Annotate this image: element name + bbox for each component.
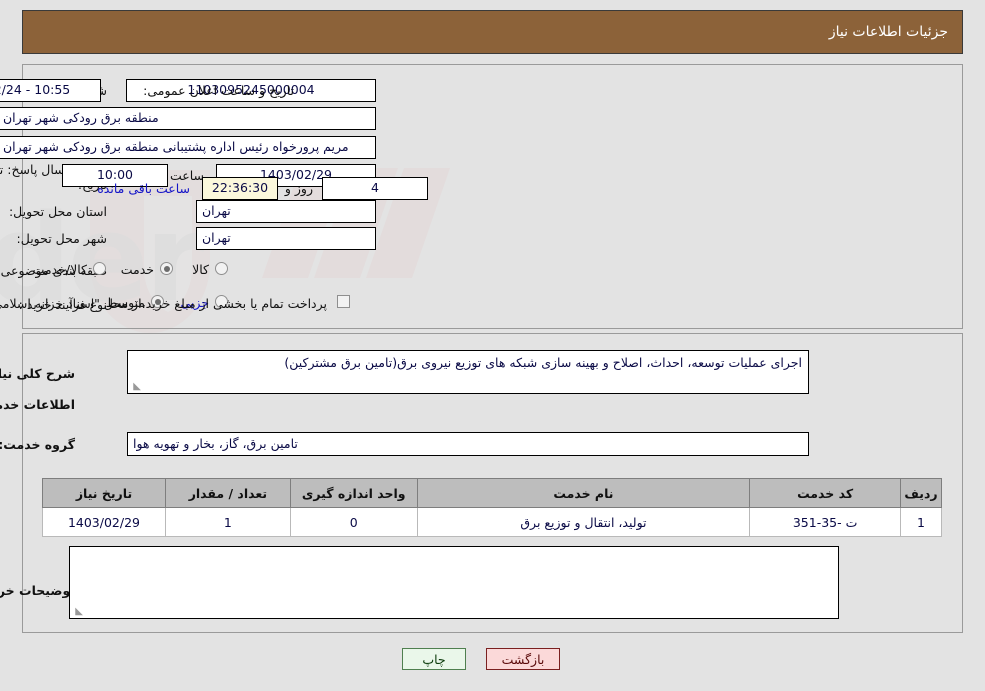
page-title: جزئیات اطلاعات نیاز xyxy=(828,24,948,40)
th-radif: ردیف xyxy=(900,478,942,508)
countdown-value: 22:36:30 xyxy=(202,177,278,200)
th-date: تاریخ نیاز xyxy=(42,478,166,508)
th-qty: تعداد / مقدار xyxy=(164,478,291,508)
announce-date-value: 1403/02/24 - 10:55 xyxy=(0,79,101,102)
cell-unit: 0 xyxy=(289,507,418,537)
request-creator-value: مریم پرورخواه رئیس اداره پشتیبانی منطقه … xyxy=(0,136,376,159)
service-group-value: تامین برق، گاز، بخار و تهویه هوا xyxy=(127,432,809,456)
cell-name: تولید، انتقال و توزیع برق xyxy=(416,507,751,537)
islamic-treasury-checkbox[interactable] xyxy=(337,295,350,308)
page-header: جزئیات اطلاعات نیاز xyxy=(22,10,963,54)
delivery-province-label: استان محل تحویل: xyxy=(8,204,107,219)
resize-grip-icon[interactable]: ◣ xyxy=(131,382,141,392)
need-description-value: اجرای عملیات توسعه، احداث، اصلاح و بهینه… xyxy=(284,355,802,370)
radio-category-kala[interactable] xyxy=(215,262,228,275)
buyer-org-value: منطقه برق رودکی شهر تهران xyxy=(0,107,376,130)
days-word-label: روز و xyxy=(284,181,313,196)
delivery-city-value: تهران xyxy=(196,227,376,250)
cell-code: ت -35-351 xyxy=(749,507,902,537)
radio-category-kala-label[interactable]: کالا xyxy=(192,262,209,277)
table-row: 1 ت -35-351 تولید، انتقال و توزیع برق 0 … xyxy=(42,507,942,537)
print-button[interactable]: چاپ xyxy=(402,648,466,670)
th-code: کد خدمت xyxy=(749,478,902,508)
need-description-label: شرح کلی نیاز: xyxy=(0,366,75,381)
service-group-label: گروه خدمت: xyxy=(0,437,75,452)
page-root: AriaTender جزئیات اطلاعات نیاز شماره نیا… xyxy=(0,0,985,691)
need-description-textarea[interactable]: اجرای عملیات توسعه، احداث، اصلاح و بهینه… xyxy=(127,350,809,394)
days-remaining-value: 4 xyxy=(322,177,428,200)
services-section-title: اطلاعات خدمات مورد نیاز xyxy=(0,397,75,412)
services-table: ردیف کد خدمت نام خدمت واحد اندازه گیری ت… xyxy=(42,478,942,537)
cell-radif: 1 xyxy=(900,507,942,537)
radio-category-khedmat-label[interactable]: خدمت xyxy=(121,262,154,277)
buyer-notes-textarea[interactable]: ◣ xyxy=(69,546,839,619)
top-info-panel xyxy=(22,64,963,329)
back-button[interactable]: بازگشت xyxy=(486,648,560,670)
announce-date-label: تاریخ و ساعت اعلان عمومی: xyxy=(143,83,294,98)
th-unit: واحد اندازه گیری xyxy=(289,478,418,508)
delivery-province-value: تهران xyxy=(196,200,376,223)
cell-qty: 1 xyxy=(164,507,291,537)
radio-category-khedmat[interactable] xyxy=(160,262,173,275)
remaining-suffix-label: ساعت باقی مانده xyxy=(97,181,190,196)
resize-grip-icon-2[interactable]: ◣ xyxy=(73,607,83,617)
th-name: نام خدمت xyxy=(416,478,751,508)
radio-category-kala-khedmat-label[interactable]: کالا/خدمت xyxy=(33,262,87,277)
radio-category-kala-khedmat[interactable] xyxy=(93,262,106,275)
delivery-city-label: شهر محل تحویل: xyxy=(16,231,107,246)
islamic-treasury-note: پرداخت تمام یا بخشی از مبلغ خرید،از محل … xyxy=(0,296,327,311)
buyer-notes-label: توضیحات خریدار: xyxy=(0,583,75,598)
table-header-row: ردیف کد خدمت نام خدمت واحد اندازه گیری ت… xyxy=(42,478,942,508)
cell-date: 1403/02/29 xyxy=(42,507,166,537)
